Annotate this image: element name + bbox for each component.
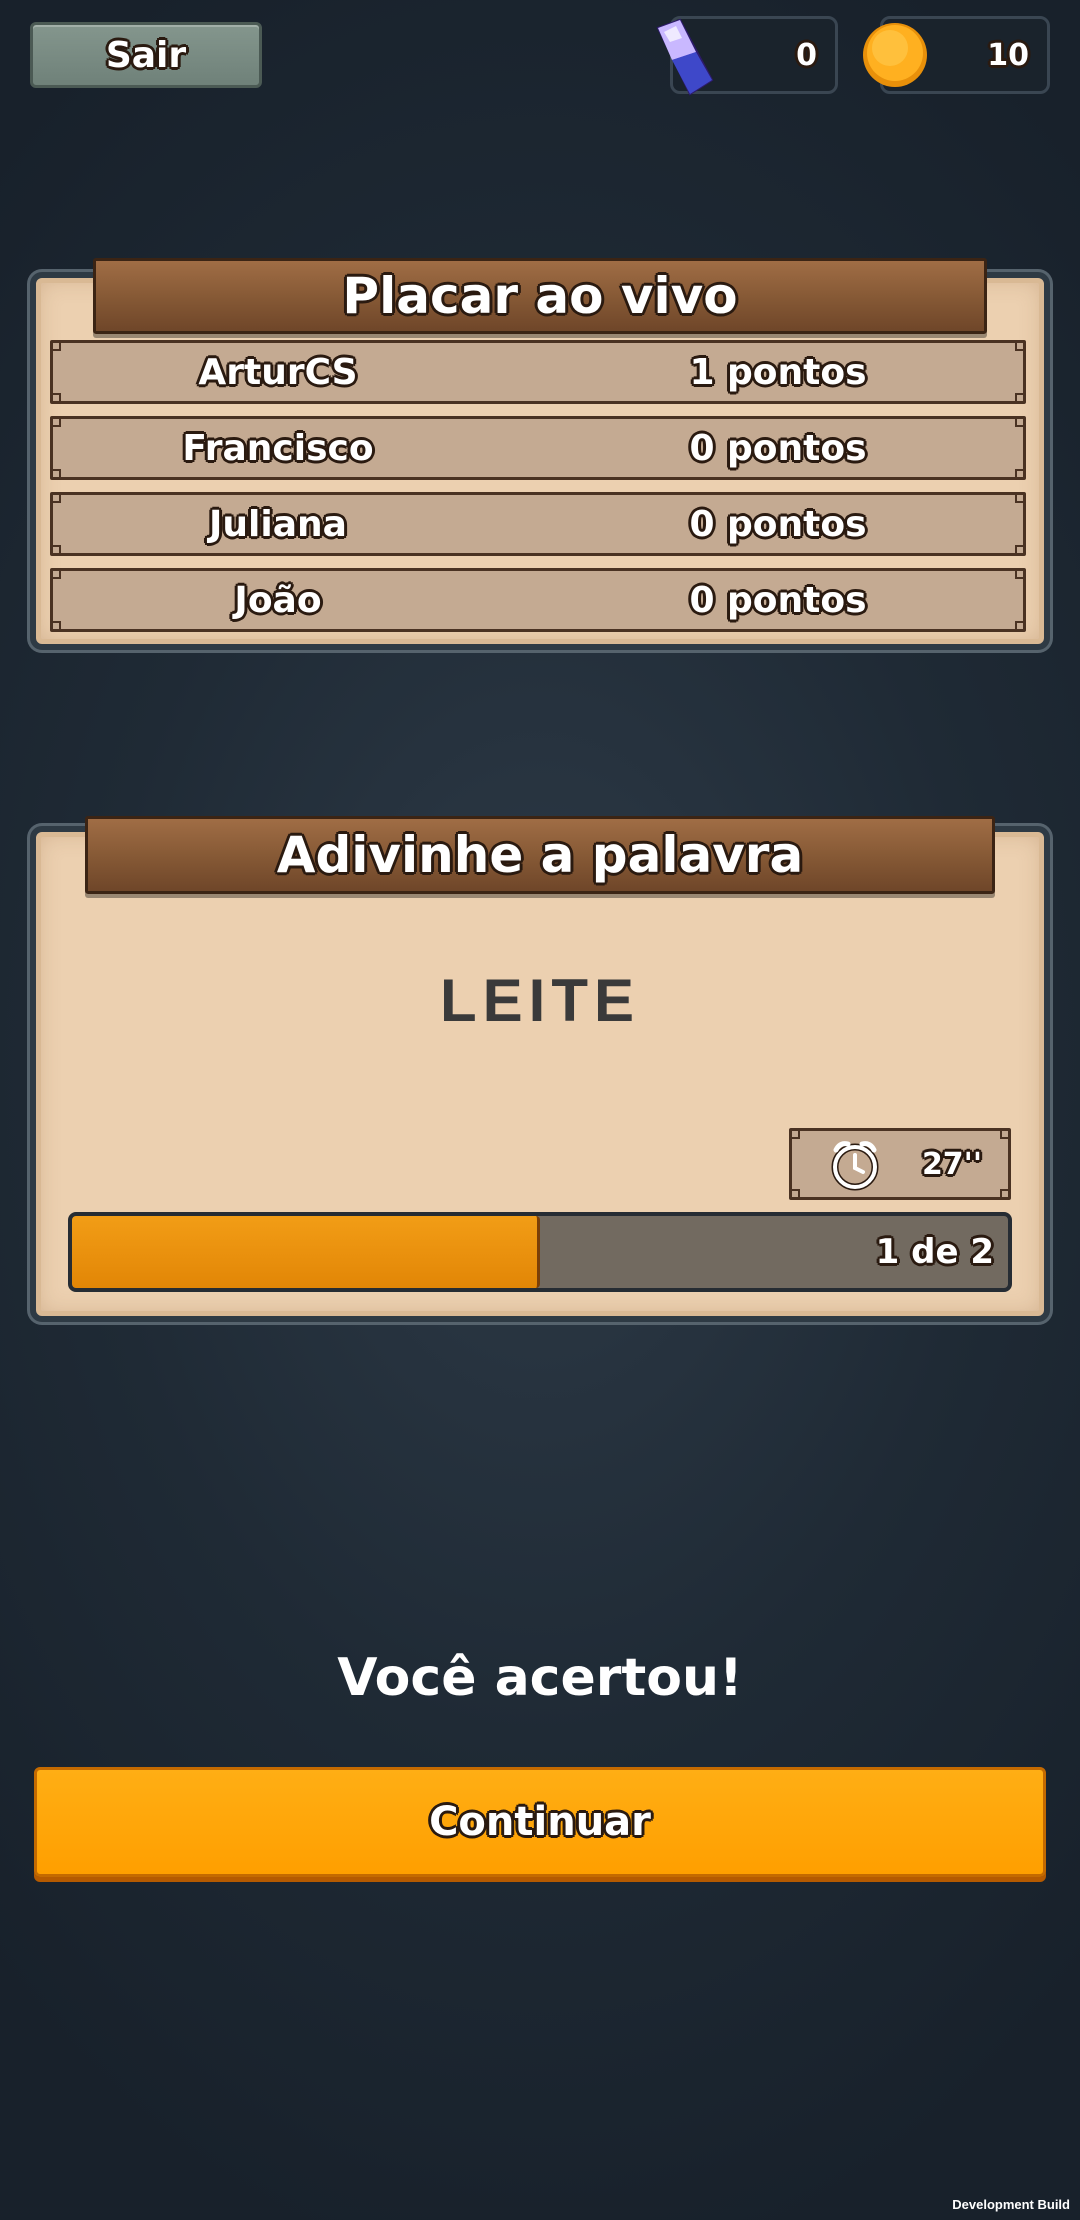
player-name: Francisco: [182, 427, 374, 469]
gem-icon: [656, 18, 714, 96]
coin-icon: [863, 23, 927, 87]
score-row: João 0 pontos: [50, 568, 1026, 632]
continue-button[interactable]: Continuar: [34, 1767, 1046, 1877]
round-progress-bar: 1 de 2: [68, 1212, 1012, 1292]
exit-button[interactable]: Sair: [30, 22, 262, 88]
coins-value: 10: [987, 37, 1029, 73]
progress-label: 1 de 2: [875, 1232, 994, 1272]
timer-value: 27'': [921, 1146, 983, 1182]
player-points: 0 pontos: [689, 503, 867, 545]
result-message: Você acertou!: [337, 1648, 743, 1708]
development-build-label: Development Build: [952, 2197, 1070, 2212]
progress-fill: [72, 1216, 540, 1288]
score-row: ArturCS 1 pontos: [50, 340, 1026, 404]
gems-value: 0: [796, 37, 817, 73]
score-row: Juliana 0 pontos: [50, 492, 1026, 556]
score-row: Francisco 0 pontos: [50, 416, 1026, 480]
player-name: João: [234, 579, 322, 621]
player-name: Juliana: [209, 503, 347, 545]
player-points: 0 pontos: [689, 427, 867, 469]
alarm-clock-icon: [831, 1141, 879, 1191]
player-name: ArturCS: [198, 351, 358, 393]
guess-word: LEITE: [439, 967, 640, 1034]
scoreboard-title: Placar ao vivo: [93, 258, 987, 334]
timer-box: 27'': [789, 1128, 1011, 1200]
guess-title: Adivinhe a palavra: [85, 816, 995, 894]
player-points: 0 pontos: [689, 579, 867, 621]
player-points: 1 pontos: [689, 351, 867, 393]
